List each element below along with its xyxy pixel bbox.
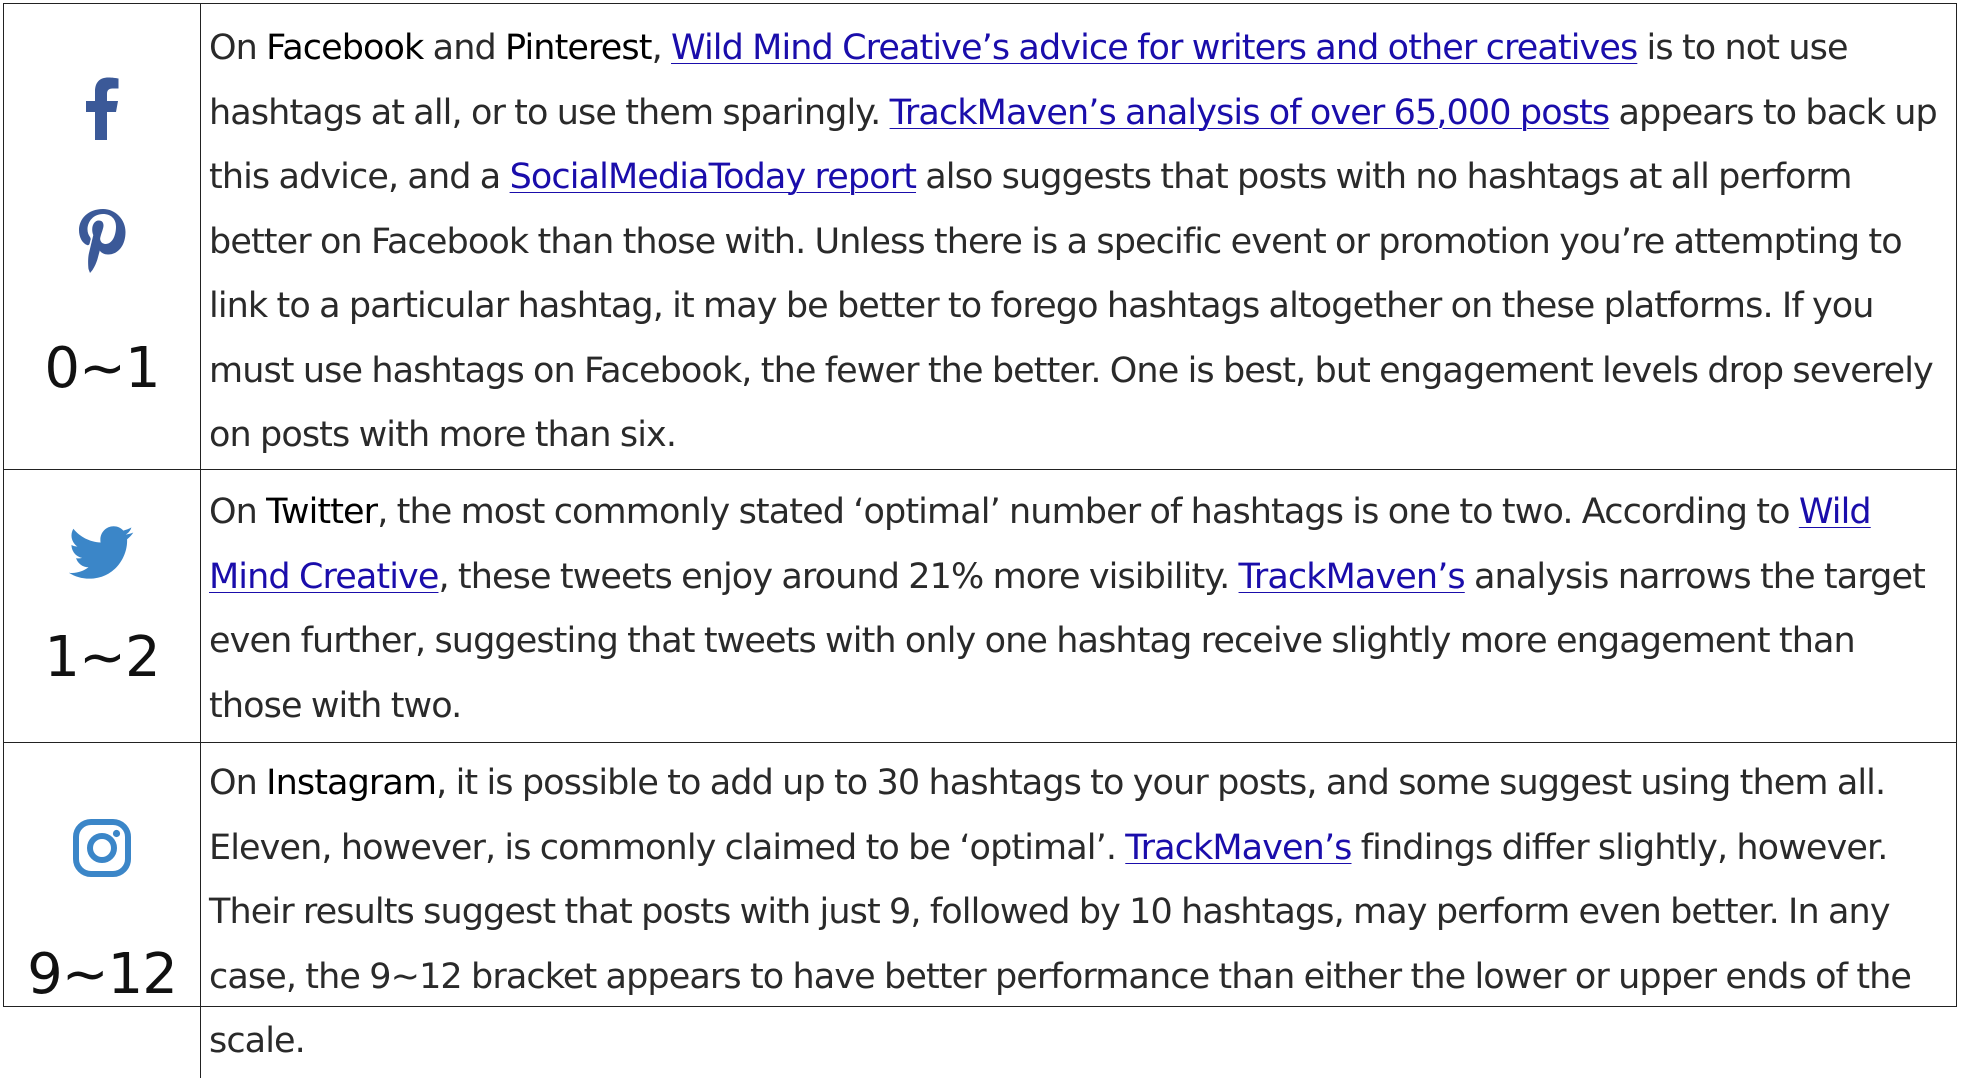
link-trackmaven-analysis[interactable]: TrackMaven’s analysis of over 65,000 pos… <box>890 93 1611 133</box>
table-row-twitter: 1~2 On Twitter, the most commonly stated… <box>4 470 1956 743</box>
platform-name-instagram: Instagram <box>266 763 437 803</box>
text-run: and <box>423 28 506 68</box>
platform-name-twitter: Twitter <box>266 492 378 532</box>
text-run: On <box>209 28 267 68</box>
pinterest-icon <box>76 207 128 275</box>
advice-text: On Twitter, the most commonly stated ‘op… <box>201 470 1956 742</box>
instagram-icon <box>72 818 132 878</box>
platform-cell: 1~2 <box>4 470 201 742</box>
link-trackmaven[interactable]: TrackMaven’s <box>1125 828 1352 868</box>
advice-text: On Instagram, it is possible to add up t… <box>201 743 1956 1078</box>
hashtag-guide-table: 0~1 On Facebook and Pinterest, Wild Mind… <box>3 3 1957 1078</box>
link-socialmediatoday-report[interactable]: SocialMediaToday report <box>510 157 917 197</box>
text-run: also suggests that posts with no hashtag… <box>209 157 1934 455</box>
link-trackmaven[interactable]: TrackMaven’s <box>1239 557 1466 597</box>
text-run: , the most commonly stated ‘optimal’ num… <box>377 492 1799 532</box>
text-run: , these tweets enjoy around 21% more vis… <box>438 556 1239 597</box>
platform-cell: 0~1 <box>4 4 201 469</box>
text-run: , <box>651 28 672 68</box>
platform-name-pinterest: Pinterest <box>505 28 652 68</box>
twitter-icon <box>68 526 135 580</box>
hashtag-range: 9~12 <box>27 941 178 1007</box>
link-wild-mind-creative-advice[interactable]: Wild Mind Creative’s advice for writers … <box>671 28 1638 68</box>
text-run: On <box>209 763 267 803</box>
platform-cell: 9~12 <box>4 743 201 1078</box>
table-row-instagram: 9~12 On Instagram, it is possible to add… <box>4 743 1956 1078</box>
table-row-facebook-pinterest: 0~1 On Facebook and Pinterest, Wild Mind… <box>4 4 1956 470</box>
facebook-icon <box>85 76 119 141</box>
hashtag-range: 1~2 <box>44 625 160 690</box>
hashtag-range: 0~1 <box>44 335 160 401</box>
advice-text: On Facebook and Pinterest, Wild Mind Cre… <box>201 4 1956 469</box>
text-run: On <box>209 492 267 532</box>
platform-name-facebook: Facebook <box>266 28 424 68</box>
